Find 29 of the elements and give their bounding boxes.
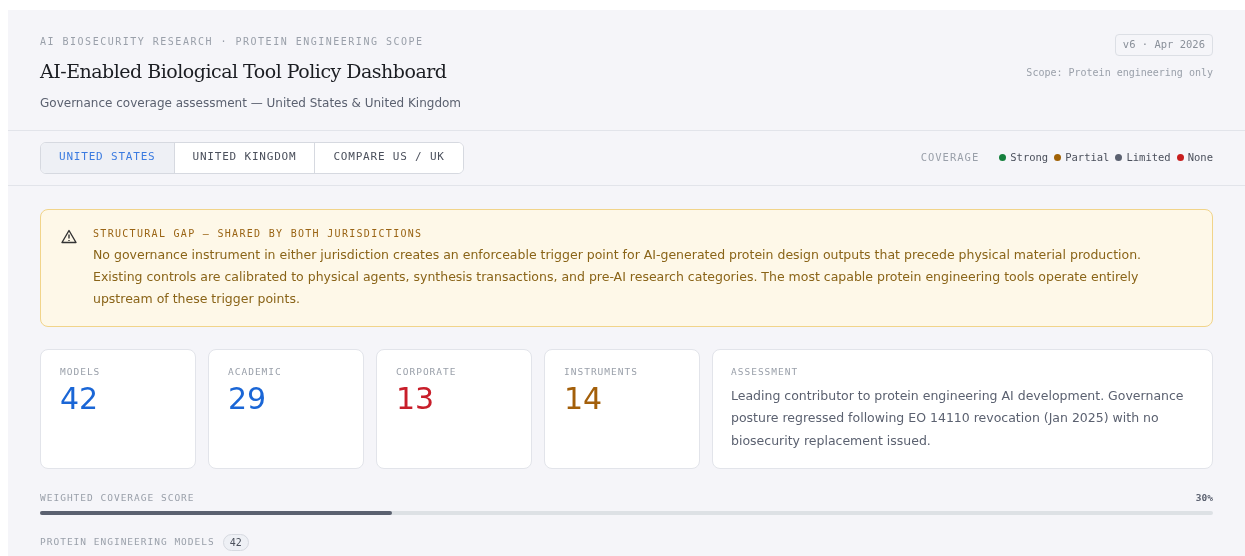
score-label: WEIGHTED COVERAGE SCORE [40,490,195,505]
country-tab[interactable]: COMPARE US / UK [314,142,463,173]
scope-text: Scope: Protein engineering only [1026,65,1213,80]
stat-label: INSTRUMENTS [564,364,639,379]
eyebrow-text: AI BIOSECURITY RESEARCH · PROTEIN ENGINEERING SCOPE [40,35,425,49]
stat-label: MODELS [60,364,102,379]
stat-value: 13 [396,380,436,417]
legend-label: Limited [1126,149,1171,165]
count-badge: 42 [222,533,249,551]
section-label: PROTEIN ENGINEERING MODELS [40,535,215,550]
warning-icon [61,228,77,244]
legend-label: Partial [1065,149,1110,165]
assessment-text: Leading contributor to protein engineering AI development. Governance posture regressed following EO 14110 revocation (Jan 2025) with no biosecurity replacement issued. [731,386,1185,450]
stat-value: 42 [60,380,100,417]
dashboard-title: AI-Enabled Biological Tool Policy Dashboard [40,59,448,84]
stat-label: CORPORATE [396,364,458,379]
country-tab[interactable]: UNITED STATES [41,142,174,173]
legend-title: COVERAGE [920,149,980,165]
legend-label: None [1187,149,1213,165]
legend-label: Strong [1010,149,1049,165]
subtitle-text: Governance coverage assessment — United States & United Kingdom [40,94,462,112]
assessment-label: ASSESSMENT [731,364,800,379]
stat-value: 29 [228,380,268,417]
stat-label: ACADEMIC [228,364,283,379]
stat-value: 14 [564,380,604,417]
alert-title: STRUCTURAL GAP — SHARED BY BOTH JURISDICTIONS [93,226,424,241]
version-badge: v6 · Apr 2026 [1114,34,1213,56]
alert-text: No governance instrument in either jurisdiction creates an enforceable trigger point for AI-generated protein design outputs that precede physical material production. Existing controls are calibrated to physical agents, synthesis transactions, and pre-AI research categories. The most capable protein engineering tools operate entirely upstream of these trigger points. [93,245,1143,308]
score-reading: 30% [1195,490,1213,505]
